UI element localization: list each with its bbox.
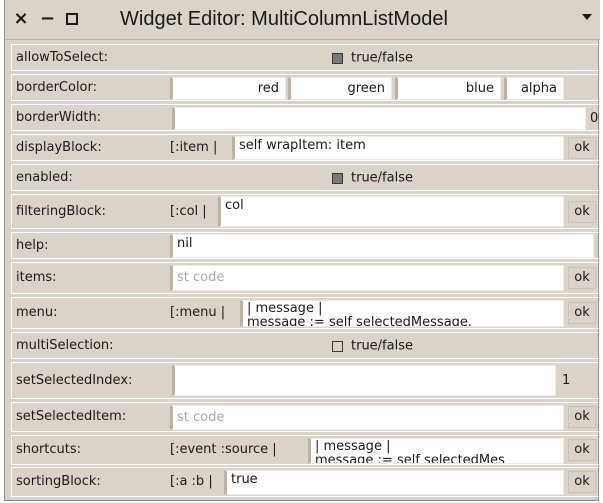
- set-selected-item-code-field[interactable]: st code: [170, 405, 564, 430]
- multi-selection-checkbox[interactable]: true/false: [332, 338, 413, 356]
- border-color-blue-field[interactable]: blue: [395, 77, 501, 100]
- close-icon: ×: [13, 8, 29, 29]
- code-line: message := self selectedMessage.: [247, 315, 473, 327]
- row-label: borderColor:: [16, 80, 98, 95]
- row-set-selected-item: setSelectedItem: st code ok: [11, 402, 601, 432]
- row-multi-selection: multiSelection: true/false: [11, 332, 601, 359]
- block-prefix: [:menu |: [170, 305, 226, 320]
- checkbox-label: true/false: [351, 50, 413, 66]
- menu-code-field[interactable]: | message | message := self selectedMess…: [240, 300, 564, 327]
- row-shortcuts: shortcuts: [:event :source | | message |…: [11, 435, 601, 465]
- sorting-block-code-field[interactable]: true: [224, 470, 564, 495]
- title-bar: × − Widget Editor: MultiColumnListModel: [5, 0, 600, 40]
- row-label: setSelectedIndex:: [16, 373, 133, 388]
- row-allow-to-select: allowToSelect: true/false: [11, 44, 601, 71]
- row-label: menu:: [16, 305, 58, 320]
- set-selected-index-field[interactable]: [172, 365, 556, 396]
- row-items: items: st code ok: [11, 262, 601, 294]
- allow-to-select-checkbox[interactable]: true/false: [332, 50, 413, 68]
- checkbox-label: true/false: [351, 170, 413, 186]
- row-label: items:: [16, 270, 57, 285]
- row-help: help: nil: [11, 232, 601, 259]
- row-menu: menu: [:menu | | message | message := se…: [11, 297, 601, 329]
- block-prefix: [:event :source |: [170, 442, 277, 457]
- set-selected-index-value: 1: [562, 373, 571, 388]
- code-line: | message |: [315, 439, 391, 454]
- filtering-block-ok-button[interactable]: ok: [568, 201, 596, 223]
- row-label: sortingBlock:: [16, 474, 101, 489]
- items-ok-button[interactable]: ok: [568, 267, 596, 289]
- shortcuts-code-field[interactable]: | message | message := self selectedMes: [308, 438, 564, 464]
- row-label: setSelectedItem:: [16, 409, 127, 424]
- shortcuts-ok-button[interactable]: ok: [568, 439, 596, 461]
- row-label: allowToSelect:: [16, 50, 108, 65]
- row-border-color: borderColor: red green blue alpha: [11, 74, 601, 101]
- row-label: shortcuts:: [16, 442, 82, 457]
- row-border-width: borderWidth: 0: [11, 104, 601, 131]
- minimize-button[interactable]: −: [40, 8, 56, 30]
- border-color-alpha-field[interactable]: alpha: [504, 77, 564, 100]
- row-enabled: enabled: true/false: [11, 164, 601, 191]
- menu-ok-button[interactable]: ok: [568, 302, 596, 324]
- close-button[interactable]: ×: [13, 8, 29, 30]
- row-sorting-block: sortingBlock: [:a :b | true ok: [11, 467, 601, 497]
- checkbox-icon: [332, 340, 343, 352]
- enabled-checkbox[interactable]: true/false: [332, 170, 413, 188]
- display-block-code-field[interactable]: self wrapItem: item: [232, 136, 564, 160]
- maximize-icon: [66, 13, 78, 25]
- row-display-block: displayBlock: [:item | self wrapItem: it…: [11, 134, 601, 161]
- border-color-green-field[interactable]: green: [288, 77, 392, 100]
- filtering-block-code-field[interactable]: col: [218, 196, 564, 227]
- row-label: borderWidth:: [16, 110, 102, 125]
- border-width-field[interactable]: [172, 107, 586, 130]
- minimize-icon: −: [40, 8, 56, 29]
- row-filtering-block: filteringBlock: [:col | col ok: [11, 194, 601, 229]
- sorting-block-ok-button[interactable]: ok: [568, 471, 596, 493]
- border-color-red-field[interactable]: red: [170, 77, 286, 100]
- row-label: filteringBlock:: [16, 204, 106, 219]
- maximize-button[interactable]: [65, 8, 79, 30]
- row-label: displayBlock:: [16, 140, 102, 155]
- code-line: | message |: [247, 301, 323, 316]
- checkbox-icon: [332, 52, 343, 64]
- window-title: Widget Editor: MultiColumnListModel: [120, 8, 448, 30]
- display-block-ok-button[interactable]: ok: [568, 137, 596, 159]
- row-set-selected-index: setSelectedIndex: 1: [11, 362, 601, 399]
- row-label: help:: [16, 238, 49, 253]
- window-menu-button[interactable]: [582, 10, 594, 24]
- code-line: message := self selectedMes: [315, 453, 505, 464]
- items-code-field[interactable]: st code: [170, 265, 564, 291]
- border-width-value: 0: [590, 111, 599, 126]
- property-list: allowToSelect: true/false borderColor: r…: [11, 44, 601, 498]
- help-field[interactable]: nil: [170, 234, 594, 258]
- widget-editor-window: × − Widget Editor: MultiColumnListModel …: [4, 0, 601, 501]
- block-prefix: [:a :b |: [170, 474, 213, 489]
- checkbox-label: true/false: [351, 338, 413, 354]
- set-selected-item-ok-button[interactable]: ok: [568, 406, 596, 428]
- chevron-down-icon: [582, 14, 592, 20]
- block-prefix: [:item |: [170, 140, 218, 155]
- row-label: enabled:: [16, 170, 73, 185]
- row-label: multiSelection:: [16, 338, 114, 353]
- block-prefix: [:col |: [170, 204, 207, 219]
- checkbox-icon: [332, 172, 343, 184]
